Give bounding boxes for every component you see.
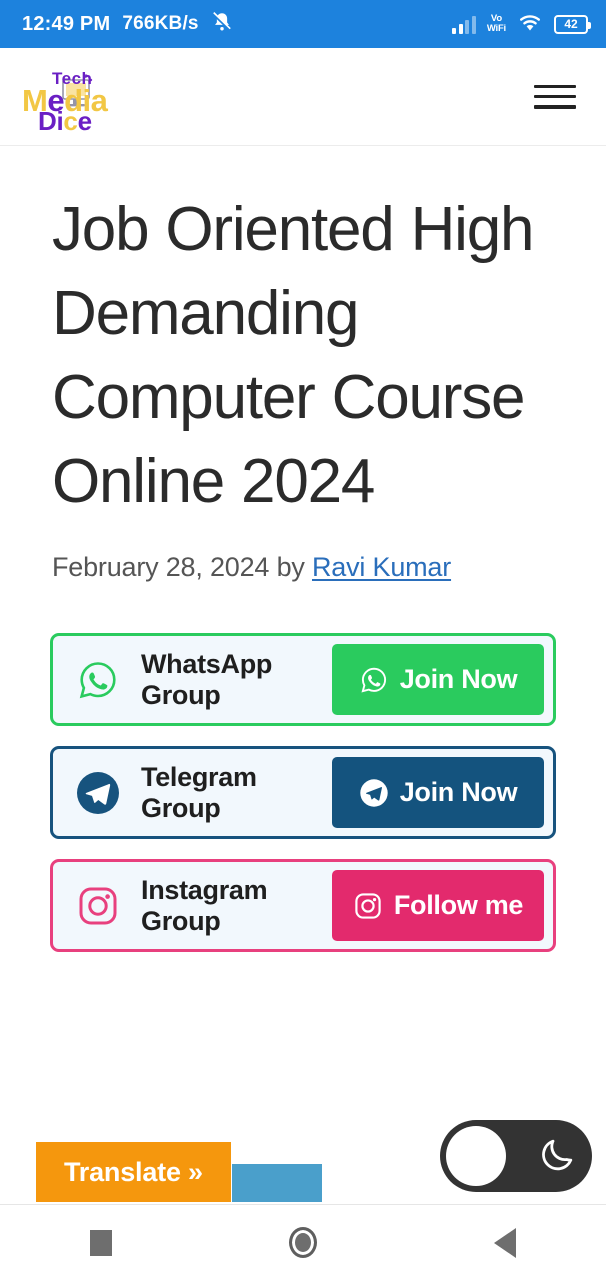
social-row-instagram[interactable]: Instagram Group Follow me [50, 859, 556, 952]
whatsapp-icon [75, 657, 121, 703]
instagram-follow-label: Follow me [393, 890, 524, 920]
social-row-telegram[interactable]: Telegram Group Join Now [50, 746, 556, 839]
vowifi-indicator: Vo WiFi [487, 14, 506, 34]
dark-mode-toggle[interactable] [440, 1120, 592, 1192]
page-title: Job Oriented High Demanding Computer Cou… [52, 195, 535, 516]
whatsapp-icon [359, 665, 389, 695]
telegram-join-label: Join Now [399, 777, 518, 807]
hamburger-menu-icon[interactable] [534, 81, 576, 113]
telegram-join-button[interactable]: Join Now [332, 757, 544, 828]
social-row-label: Instagram Group [141, 874, 268, 936]
social-row-label: Telegram Group [141, 761, 257, 823]
article-header: Job Oriented High Demanding Computer Cou… [0, 146, 606, 583]
whatsapp-join-label: Join Now [399, 664, 518, 694]
vowifi-line-2: WiFi [486, 23, 506, 34]
site-logo[interactable]: Tech Media Dice [22, 62, 132, 136]
social-row-label: WhatsApp Group [141, 648, 273, 710]
instagram-icon [353, 891, 383, 921]
social-row-whatsapp[interactable]: WhatsApp Group Join Now [50, 633, 556, 726]
status-bar-left: 12:49 PM 766KB/s [22, 10, 233, 38]
toggle-knob [446, 1126, 506, 1186]
logo-dice-e: e [77, 105, 92, 136]
signal-bars-icon [452, 14, 476, 34]
logo-dice-c: c [63, 105, 78, 136]
logo-dice-d: D [38, 105, 57, 136]
telegram-icon [359, 778, 389, 808]
whatsapp-join-button[interactable]: Join Now [332, 644, 544, 715]
phone-screen: 12:49 PM 766KB/s Vo WiFi 42 Tech Media D… [0, 0, 606, 1280]
circle-home-icon[interactable] [263, 1215, 343, 1271]
triangle-back-icon[interactable] [465, 1215, 545, 1271]
battery-indicator: 42 [554, 14, 591, 34]
wifi-icon [517, 12, 543, 37]
status-time: 12:49 PM [22, 12, 111, 35]
bell-slash-icon [211, 11, 233, 38]
byline-word: by [276, 552, 305, 582]
battery-level: 42 [564, 17, 578, 31]
android-nav-bar [0, 1204, 606, 1280]
post-date: February 28, 2024 [52, 552, 270, 582]
status-bar-right: Vo WiFi 42 [452, 12, 591, 37]
status-bar: 12:49 PM 766KB/s Vo WiFi 42 [0, 0, 606, 48]
instagram-icon [75, 883, 121, 929]
logo-text-dice: Dice [38, 106, 92, 137]
site-header: Tech Media Dice [0, 48, 606, 146]
post-meta: February 28, 2024 by Ravi Kumar [52, 552, 556, 583]
square-recents-icon[interactable] [61, 1215, 141, 1271]
instagram-follow-button[interactable]: Follow me [332, 870, 544, 941]
logo-text-tech: Tech [52, 68, 93, 88]
status-network-speed: 766KB/s [122, 13, 199, 34]
translate-button[interactable]: Translate » [36, 1142, 231, 1202]
social-join-list: WhatsApp Group Join Now Telegram Group J… [0, 633, 606, 952]
partial-blue-element[interactable] [232, 1164, 322, 1202]
telegram-icon [75, 770, 121, 816]
crescent-moon-icon [536, 1132, 580, 1181]
author-link[interactable]: Ravi Kumar [312, 552, 451, 582]
